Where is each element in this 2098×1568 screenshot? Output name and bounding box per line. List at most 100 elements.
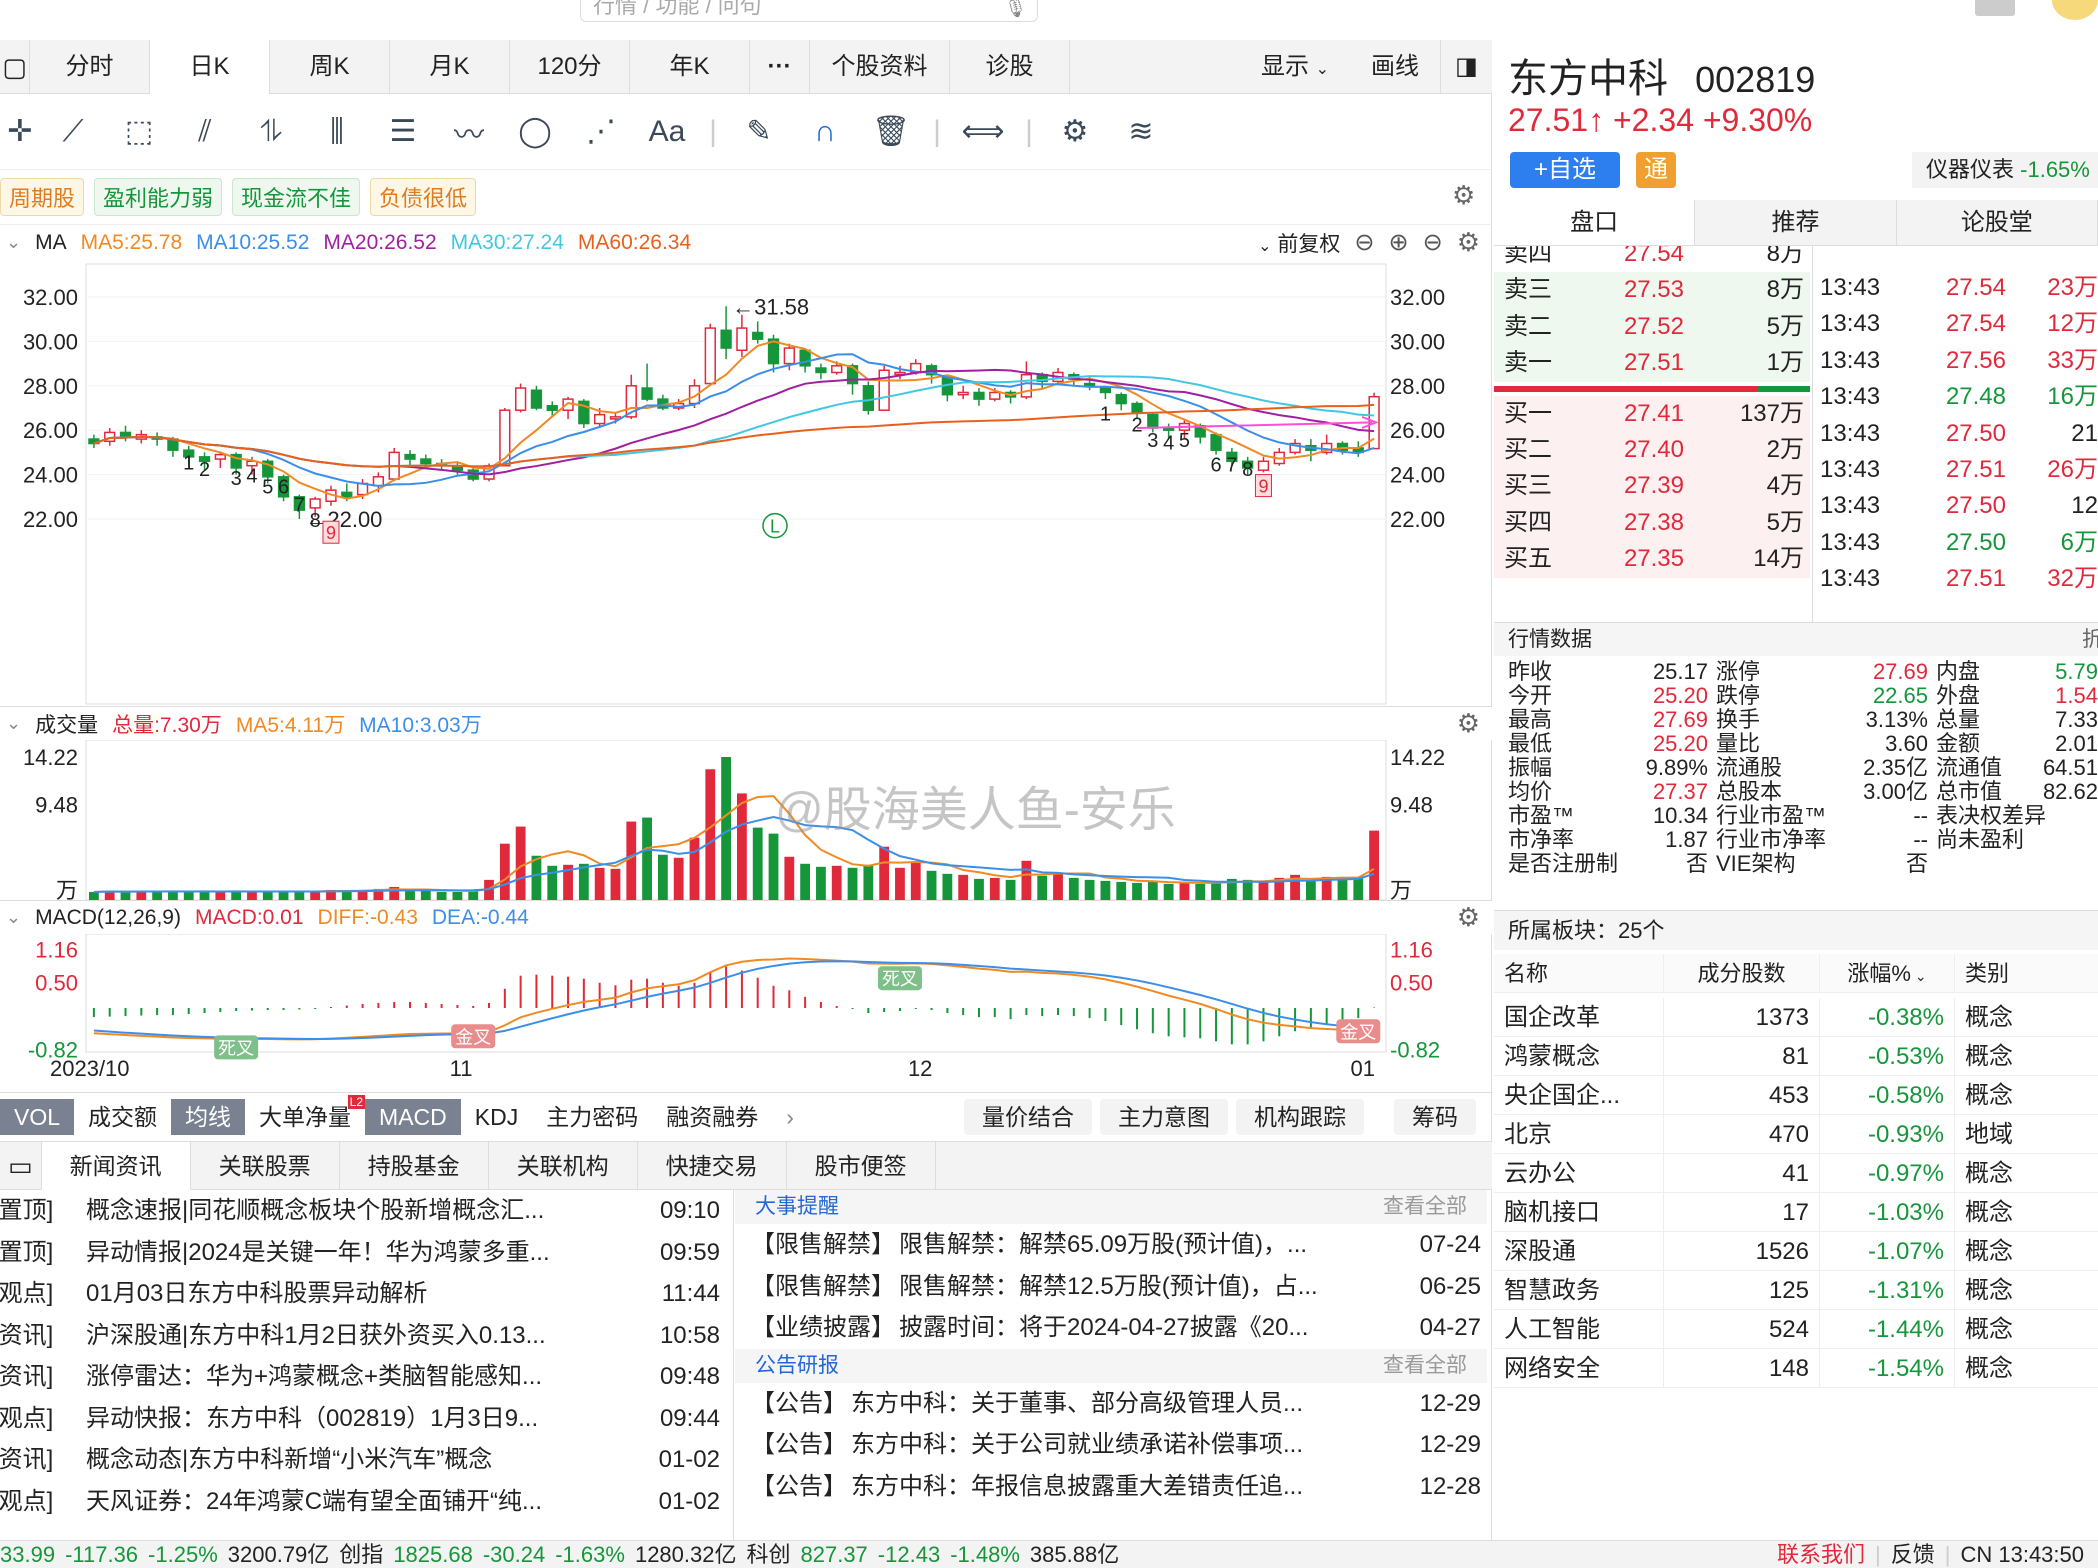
tab-related-institutions[interactable]: 关联机构: [489, 1142, 638, 1190]
bid-row[interactable]: 买一 27.41 137万: [1494, 395, 1810, 432]
contact-us-link[interactable]: 联系我们: [1777, 1541, 1865, 1568]
board-row[interactable]: 智慧政务 125 -1.31% 概念: [1494, 1271, 2098, 1310]
panel-toggle-icon[interactable]: ▢: [0, 40, 30, 94]
volume-settings-gear-icon[interactable]: ⚙: [1457, 708, 1480, 739]
wave-tool-icon[interactable]: 〰: [436, 110, 502, 154]
layers-icon[interactable]: ≋: [1108, 114, 1174, 149]
event-item[interactable]: 【业绩披露】 披露时间：将于2024-04-27披露《20... 04-27: [735, 1307, 1487, 1349]
tab-daily-k[interactable]: 日K: [150, 40, 270, 94]
col-type[interactable]: 类别: [1955, 954, 2098, 992]
adjust-dropdown[interactable]: ⌄ 前复权: [1258, 228, 1340, 258]
tab-120min[interactable]: 120分: [510, 40, 630, 94]
tags-settings-gear-icon[interactable]: ⚙: [1452, 180, 1475, 211]
tab-quick-trade[interactable]: 快捷交易: [638, 1142, 787, 1190]
news-item[interactable]: [观点] 01月03日东方中科股票异动解析 11:44: [0, 1273, 730, 1315]
tab-vol[interactable]: VOL: [0, 1099, 75, 1135]
tab-forum[interactable]: 论股堂: [1897, 200, 2098, 245]
plus-circle-icon[interactable]: ⊕: [1388, 228, 1408, 257]
board-row[interactable]: 云办公 41 -0.97% 概念: [1494, 1154, 2098, 1193]
event-item[interactable]: 【公告】 东方中科：年报信息披露重大差错责任追... 12-28: [735, 1466, 1487, 1508]
event-item[interactable]: 【公告】 东方中科：关于公司就业绩承诺补偿事项... 12-29: [735, 1424, 1487, 1466]
tag-weak-profit[interactable]: 盈利能力弱: [94, 178, 223, 216]
tab-large-order[interactable]: 大单净量 L2: [245, 1095, 366, 1135]
tab-weekly-k[interactable]: 周K: [270, 40, 390, 94]
tab-notes[interactable]: 股市便签: [787, 1142, 936, 1190]
connect-badge[interactable]: 通: [1636, 152, 1676, 188]
upload-icon[interactable]: [1975, 0, 2015, 16]
minus-circle-icon[interactable]: ⊖: [1423, 228, 1443, 257]
board-row[interactable]: 脑机接口 17 -1.03% 概念: [1494, 1193, 2098, 1232]
tab-yearly-k[interactable]: 年K: [630, 40, 750, 94]
magnet-icon[interactable]: ∩: [792, 115, 858, 149]
circle-tool-icon[interactable]: ◯: [502, 114, 568, 149]
chevron-down-icon[interactable]: ⌄: [6, 907, 21, 928]
tab-more[interactable]: ···: [750, 40, 810, 94]
news-item[interactable]: [置顶] 异动情报|2024是关键一年！华为鸿蒙多重... 09:59: [0, 1232, 730, 1274]
sidebar-toggle-icon[interactable]: ◨: [1440, 40, 1492, 94]
bid-row[interactable]: 买五 27.35 14万: [1494, 541, 1810, 578]
events-view-all-link[interactable]: 查看全部: [1383, 1190, 1467, 1224]
tab-news[interactable]: 新闻资讯: [41, 1142, 191, 1190]
collapse-icon[interactable]: ▭: [0, 1142, 42, 1190]
ma-settings-gear-icon[interactable]: ⚙: [1457, 227, 1480, 258]
avatar[interactable]: [2052, 0, 2098, 20]
display-dropdown[interactable]: 显示 ⌄: [1240, 40, 1350, 94]
fan-tool-icon[interactable]: ⫽: [172, 115, 238, 149]
chevron-down-icon[interactable]: ⌄: [6, 713, 21, 734]
col-pct[interactable]: 涨幅% ⌄: [1820, 954, 1955, 992]
volume-price-button[interactable]: 量价结合: [964, 1099, 1092, 1135]
chevron-down-icon[interactable]: ⌄: [6, 232, 21, 253]
board-row[interactable]: 深股通 1526 -1.07% 概念: [1494, 1232, 2098, 1271]
board-row[interactable]: 央企国企... 453 -0.58% 概念: [1494, 1076, 2098, 1115]
board-row[interactable]: 鸿蒙概念 81 -0.53% 概念: [1494, 1037, 2098, 1076]
text-tool-icon[interactable]: Aa: [634, 115, 700, 149]
tab-intraday[interactable]: 分时: [30, 40, 150, 94]
board-row[interactable]: 网络安全 148 -1.54% 概念: [1494, 1349, 2098, 1388]
draw-line-button[interactable]: 画线: [1350, 40, 1440, 94]
board-row[interactable]: 北京 470 -0.93% 地域: [1494, 1115, 2098, 1154]
news-item[interactable]: [资讯] 概念动态|东方中科新增“小米汽车”概念 01-02: [0, 1439, 730, 1481]
minus-circle-icon[interactable]: ⊖: [1354, 228, 1374, 257]
chevron-right-icon[interactable]: ›: [772, 1099, 808, 1135]
add-watchlist-button[interactable]: +自选: [1510, 152, 1620, 188]
chips-button[interactable]: 筹码: [1394, 1099, 1476, 1135]
ask-row[interactable]: 卖二 27.52 5万: [1494, 308, 1810, 346]
event-item[interactable]: 【公告】 东方中科：关于董事、部分高级管理人员... 12-29: [735, 1383, 1487, 1425]
quote-fold-button[interactable]: 折叠: [2082, 623, 2098, 656]
tab-stock-profile[interactable]: 个股资料: [810, 40, 950, 94]
move-cross-icon[interactable]: ✛: [0, 114, 40, 149]
institution-track-button[interactable]: 机构跟踪: [1236, 1099, 1364, 1135]
ask-row[interactable]: 卖四 27.54 8万: [1494, 246, 1810, 273]
cycle-lines-icon[interactable]: ⫼: [304, 115, 370, 149]
tab-diagnose[interactable]: 诊股: [950, 40, 1070, 94]
tab-recommend[interactable]: 推荐: [1695, 200, 1897, 245]
board-row[interactable]: 人工智能 524 -1.44% 概念: [1494, 1310, 2098, 1349]
macd-settings-gear-icon[interactable]: ⚙: [1457, 902, 1480, 933]
ask-row[interactable]: 卖三 27.53 8万: [1494, 272, 1810, 309]
tab-ma[interactable]: 均线: [171, 1099, 246, 1135]
news-item[interactable]: [观点] 天风证券：24年鸿蒙C端有望全面铺开“纯... 01-02: [0, 1481, 730, 1523]
line-tool-icon[interactable]: ⟋: [40, 115, 106, 149]
bid-row[interactable]: 买三 27.39 4万: [1494, 468, 1810, 505]
ask-row[interactable]: 卖一 27.51 1万: [1494, 345, 1810, 382]
col-count[interactable]: 成分股数: [1664, 954, 1820, 992]
gann-tool-icon[interactable]: ⋰: [568, 114, 634, 149]
event-item[interactable]: 【限售解禁】 限售解禁：解禁12.5万股(预计值)，占... 06-25: [735, 1266, 1487, 1308]
main-intent-button[interactable]: 主力意图: [1100, 1099, 1228, 1135]
board-row[interactable]: 国企改革 1373 -0.38% 概念: [1494, 998, 2098, 1037]
col-name[interactable]: 名称: [1494, 954, 1664, 992]
settings-gear-icon[interactable]: ⚙: [1042, 114, 1108, 149]
news-item[interactable]: [观点] 异动快报：东方中科（002819）1月3日9... 09:44: [0, 1398, 730, 1440]
tab-order-book[interactable]: 盘口: [1494, 200, 1696, 245]
microphone-icon[interactable]: 🎙: [1004, 0, 1027, 23]
bid-row[interactable]: 买四 27.38 5万: [1494, 504, 1810, 542]
tab-kdj[interactable]: KDJ: [461, 1099, 532, 1135]
news-item[interactable]: [资讯] 涨停雷达：华为+鸿蒙概念+类脑智能感知... 09:48: [0, 1356, 730, 1398]
tab-turnover[interactable]: 成交额: [74, 1099, 171, 1135]
rect-tool-icon[interactable]: ⬚: [106, 114, 172, 149]
tab-main-force[interactable]: 主力密码: [532, 1099, 652, 1135]
event-item[interactable]: 【限售解禁】 限售解禁：解禁65.09万股(预计值)，... 07-24: [735, 1224, 1487, 1266]
tab-monthly-k[interactable]: 月K: [390, 40, 510, 94]
tag-cyclical[interactable]: 周期股: [0, 178, 85, 216]
fibonacci-icon[interactable]: ☰: [370, 114, 436, 149]
